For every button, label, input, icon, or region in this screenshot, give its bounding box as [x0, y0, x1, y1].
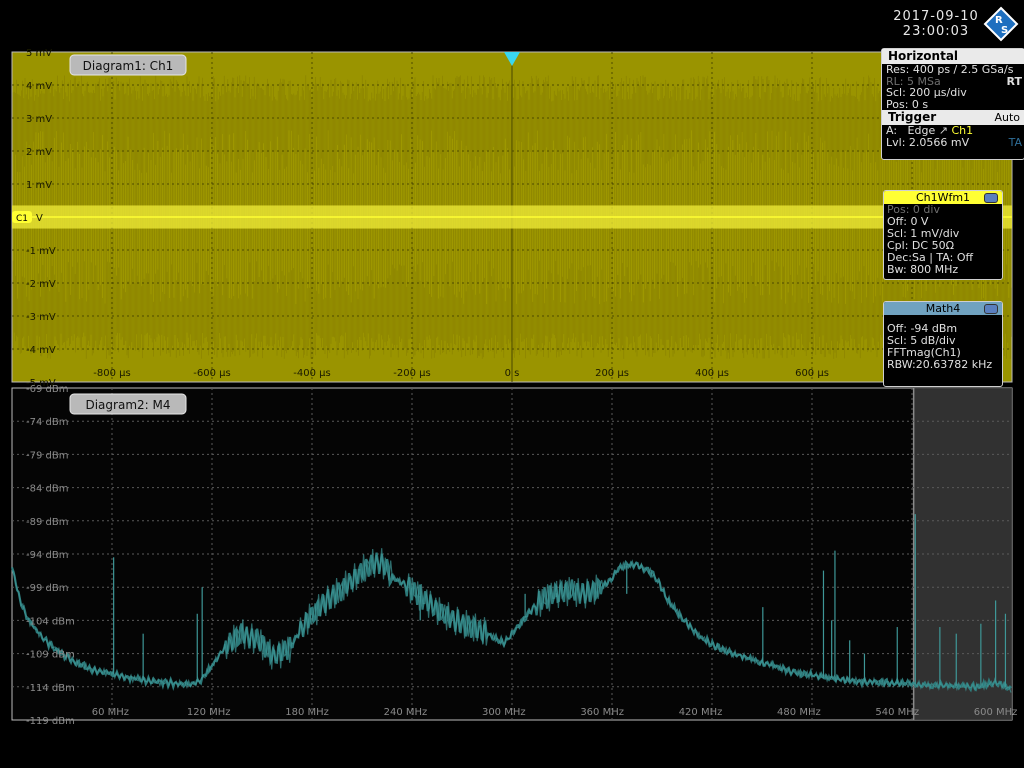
- diagram1-time-domain[interactable]: 5 mV 4 mV 3 mV 2 mV 1 mV -1 mV -2 mV -3 mV -4 mV…: [0, 47, 1024, 387]
- diagram2-x-tick-label: 360 MHz: [580, 707, 624, 718]
- diagram2-y-tick-label: -69 dBm: [26, 385, 68, 395]
- trigger-mode: Auto: [994, 111, 1020, 124]
- trigger-header: Trigger Auto: [882, 110, 1024, 125]
- logo-letter-s: S: [1001, 25, 1008, 36]
- trigger-level-row: Lvl: 2.0566 mV TA: [882, 135, 1024, 149]
- math4-panel-title: Math4: [925, 302, 961, 315]
- diagram1-y-tick-label: 1 mV: [26, 180, 52, 191]
- diagram1-x-tick-label: 0 s: [505, 368, 520, 379]
- diagram1-x-tick-label: -200 μs: [393, 368, 430, 379]
- brand-logo: R S: [983, 6, 1019, 42]
- horizontal-trigger-panel[interactable]: Horizontal Res: 400 ps / 2.5 GSa/s RL: 5…: [881, 48, 1024, 160]
- trigger-ta: TA: [1008, 135, 1022, 149]
- math4-panel-menu-icon[interactable]: [984, 304, 998, 314]
- ch1-offset-marker-unit: V: [36, 213, 43, 224]
- diagram1-y-tick-label: -3 mV: [26, 312, 56, 323]
- diagram1-y-tick-label: 3 mV: [26, 114, 52, 125]
- diagram2-y-tick-label: -94 dBm: [26, 550, 68, 561]
- horizontal-record-length-row: RL: 5 MSa RT: [882, 74, 1024, 88]
- date-text: 2017-09-10: [893, 9, 979, 24]
- diagram1-y-tick-label: -2 mV: [26, 279, 56, 290]
- diagram1-x-tick-label: -800 μs: [93, 368, 130, 379]
- diagram1-x-tick-label: 600 μs: [795, 368, 829, 379]
- datetime-display: 2017-09-10 23:00:03: [884, 9, 988, 39]
- oscilloscope-screen: 2017-09-10 23:00:03 R S 5 mV 4 mV 3 mV 2 mV…: [0, 0, 1024, 768]
- diagram1-y-tick-label: 5 mV: [26, 48, 52, 59]
- diagram2-y-tick-label: -109 dBm: [26, 650, 75, 661]
- diagram2-x-tick-label: 480 MHz: [777, 707, 821, 718]
- trigger-level: Lvl: 2.0566 mV: [886, 135, 970, 149]
- diagram2-x-tick-label: 240 MHz: [384, 707, 428, 718]
- ch1-panel-caption: Ch1Wfm1: [884, 191, 1002, 204]
- diagram2-y-tick-label: -104 dBm: [26, 616, 75, 627]
- diagram2-x-tick-label: 180 MHz: [285, 707, 329, 718]
- diagram1-x-tick-label: -400 μs: [293, 368, 330, 379]
- diagram2-label: Diagram2: M4: [85, 398, 170, 412]
- diagram1-y-tick-label: -1 mV: [26, 246, 56, 257]
- diagram2-x-tick-label: 300 MHz: [482, 707, 526, 718]
- ch1-bandwidth: Bw: 800 MHz: [887, 263, 959, 276]
- math4-panel[interactable]: Math4 Off: -94 dBm Scl: 5 dB/div FFTmag(…: [883, 301, 1003, 387]
- diagram2-y-tick-label: -99 dBm: [26, 583, 68, 594]
- diagram2-y-tick-label: -114 dBm: [26, 683, 75, 694]
- diagram1-x-tick-label: 200 μs: [595, 368, 629, 379]
- diagram1-y-tick-label: 4 mV: [26, 81, 52, 92]
- diagram2-y-tick-label: -79 dBm: [26, 450, 68, 461]
- diagram2-y-tick-label: -119 dBm: [26, 716, 75, 725]
- horizontal-record-length: RL: 5 MSa: [886, 74, 941, 88]
- diagram2-x-tick-label: 420 MHz: [679, 707, 723, 718]
- diagram1-x-tick-label: 400 μs: [695, 368, 729, 379]
- horizontal-header: Horizontal: [882, 49, 1024, 64]
- ch1-panel-title: Ch1Wfm1: [915, 191, 971, 204]
- time-text: 23:00:03: [902, 24, 970, 39]
- realtime-badge: RT: [1006, 74, 1022, 88]
- ch1-waveform-panel[interactable]: Ch1Wfm1 Pos: 0 div Off: 0 V Scl: 1 mV/di…: [883, 190, 1003, 280]
- diagram2-x-tick-label: 600 MHz: [974, 707, 1018, 718]
- ch1-panel-menu-icon[interactable]: [984, 193, 998, 203]
- diagram2-x-tick-label: 120 MHz: [187, 707, 231, 718]
- diagram1-y-tick-label: -4 mV: [26, 345, 56, 356]
- ch1-offset-marker-label: C1: [16, 214, 28, 224]
- diagram2-y-tick-label: -84 dBm: [26, 484, 68, 495]
- math4-rbw: RBW:20.63782 kHz: [887, 358, 993, 371]
- math4-panel-caption: Math4: [884, 302, 1002, 315]
- diagram2-y-tick-label: -89 dBm: [26, 517, 68, 528]
- horizontal-position: Pos: 0 s: [886, 97, 929, 111]
- horizontal-scale: Scl: 200 μs/div: [886, 86, 967, 99]
- diagram1-y-tick-label: 2 mV: [26, 147, 52, 158]
- trigger-title: Trigger: [888, 110, 937, 124]
- diagram2-x-tick-label: 60 MHz: [92, 707, 129, 718]
- diagram1-label: Diagram1: Ch1: [83, 59, 174, 73]
- diagram2-y-tick-label: -74 dBm: [26, 417, 68, 428]
- diagram2-x-tick-label: 540 MHz: [875, 707, 919, 718]
- diagram2-spectrum[interactable]: -69 dBm -74 dBm -79 dBm -84 dBm -89 dBm -94 d…: [0, 385, 1024, 725]
- diagram1-x-tick-label: -600 μs: [193, 368, 230, 379]
